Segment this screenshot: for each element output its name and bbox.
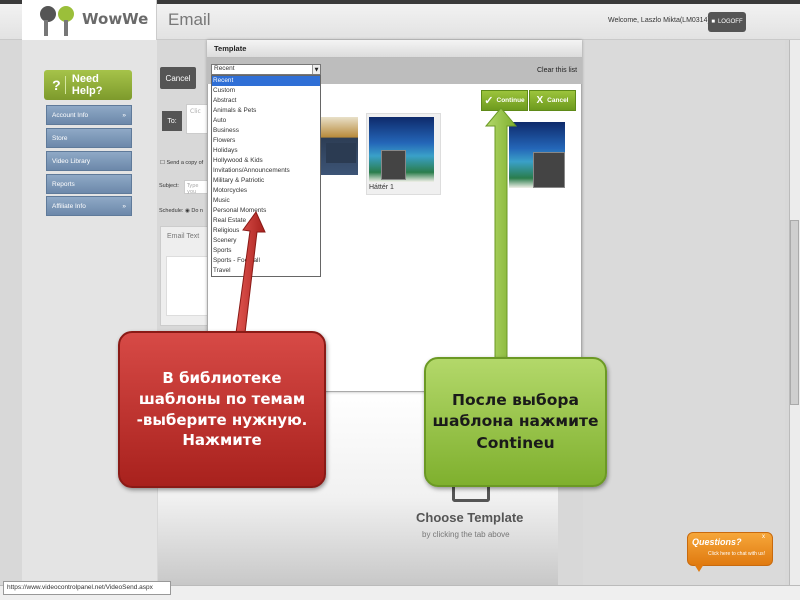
green-arrow-icon bbox=[484, 107, 518, 361]
annotation-arrows bbox=[235, 107, 518, 361]
chat-widget-tail bbox=[694, 564, 704, 572]
chat-widget-title: Questions? bbox=[692, 537, 742, 547]
close-icon[interactable]: x bbox=[762, 534, 765, 540]
red-arrow-icon bbox=[235, 211, 266, 334]
red-callout: В библиотеке шаблоны по темам -выберите … bbox=[118, 331, 326, 488]
green-callout: После выбора шаблона нажмите Contineu bbox=[424, 357, 607, 487]
chat-widget-subtitle: Click here to chat with us! bbox=[708, 551, 765, 557]
